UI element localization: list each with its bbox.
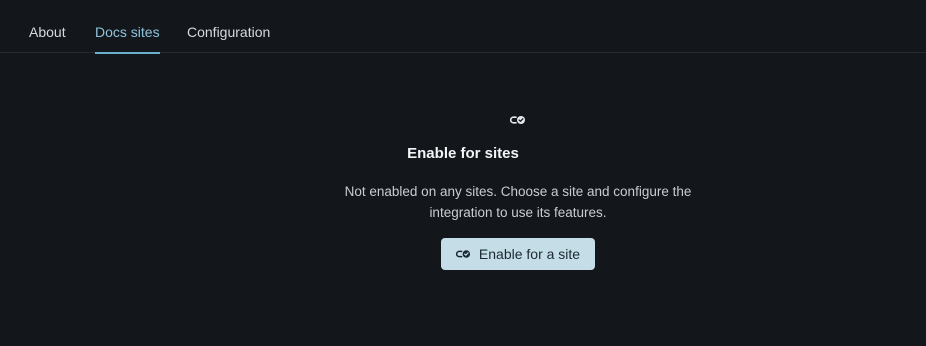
description-line-1: Not enabled on any sites. Choose a site …: [344, 184, 692, 199]
empty-state-description: Not enabled on any sites. Choose a site …: [313, 181, 723, 223]
enable-for-site-button[interactable]: Enable for a site: [441, 238, 595, 270]
description-line-2: integration to use its features.: [429, 205, 607, 220]
tab-configuration[interactable]: Configuration: [187, 0, 270, 53]
tab-docs-sites[interactable]: Docs sites: [95, 0, 160, 54]
empty-state-title: Enable for sites: [407, 145, 519, 162]
link-check-icon: [455, 250, 470, 258]
link-check-icon: [510, 116, 525, 124]
tab-about[interactable]: About: [29, 0, 66, 53]
tab-bar: About Docs sites Configuration: [0, 0, 926, 54]
enable-for-site-button-label: Enable for a site: [478, 246, 581, 262]
